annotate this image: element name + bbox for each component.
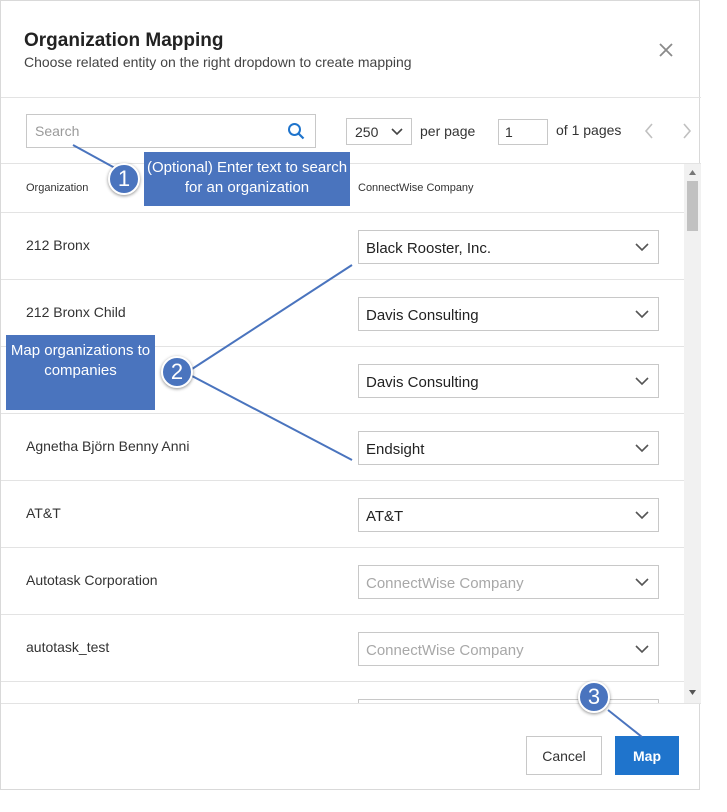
search-input[interactable] bbox=[27, 115, 282, 147]
dialog-subtitle: Choose related entity on the right dropd… bbox=[24, 54, 412, 70]
scrollbar-thumb[interactable] bbox=[687, 181, 698, 231]
scrollbar[interactable] bbox=[684, 164, 701, 703]
scroll-down-icon[interactable] bbox=[689, 690, 696, 695]
company-select[interactable]: Black Rooster, Inc. bbox=[358, 230, 659, 264]
close-button[interactable] bbox=[655, 39, 677, 61]
page-count-label: of 1 pages bbox=[556, 122, 622, 138]
organization-name: 212 Bronx Child bbox=[26, 304, 126, 320]
organization-name: 212 Bronx bbox=[26, 237, 90, 253]
chevron-down-icon bbox=[391, 128, 403, 136]
company-select-value: Davis Consulting bbox=[366, 307, 479, 324]
company-select[interactable]: Davis Consulting bbox=[358, 297, 659, 331]
table-row: Agnetha Björn Benny Anni Endsight bbox=[1, 414, 684, 481]
page-number-input[interactable] bbox=[498, 119, 548, 145]
dialog-title: Organization Mapping bbox=[24, 30, 224, 51]
toolbar: 250 per page of 1 pages bbox=[1, 98, 701, 164]
step-badge: 2 bbox=[161, 356, 193, 388]
chevron-down-icon bbox=[635, 377, 649, 386]
per-page-label: per page bbox=[420, 123, 476, 139]
organization-name: autotask_test bbox=[26, 639, 110, 655]
dialog-footer: Cancel Map bbox=[1, 703, 701, 791]
chevron-down-icon bbox=[635, 444, 649, 453]
company-select[interactable]: Endsight bbox=[358, 431, 659, 465]
chevron-down-icon bbox=[635, 243, 649, 252]
organization-name: AT&T bbox=[26, 505, 61, 521]
table-row: 212 Bronx Black Rooster, Inc. bbox=[1, 213, 684, 280]
company-select-value: Black Rooster, Inc. bbox=[366, 240, 492, 257]
column-header-organization: Organization bbox=[26, 182, 89, 194]
chevron-down-icon bbox=[635, 645, 649, 654]
table-row: autotask_test ConnectWise Company bbox=[1, 615, 684, 682]
company-select[interactable]: ConnectWise Company bbox=[358, 565, 659, 599]
search-box bbox=[26, 114, 316, 148]
chevron-right-icon[interactable] bbox=[682, 123, 692, 139]
chevron-left-icon[interactable] bbox=[644, 123, 654, 139]
company-select[interactable]: ConnectWise Company bbox=[358, 632, 659, 666]
scroll-up-icon[interactable] bbox=[689, 170, 696, 175]
cancel-button[interactable]: Cancel bbox=[526, 736, 602, 775]
dialog-header: Organization Mapping Choose related enti… bbox=[1, 1, 701, 98]
step-badge: 3 bbox=[578, 681, 610, 713]
chevron-down-icon bbox=[635, 310, 649, 319]
step-badge: 1 bbox=[108, 163, 140, 195]
table-row: Autotask Corporation ConnectWise Company bbox=[1, 548, 684, 615]
company-select-value: AT&T bbox=[366, 508, 404, 525]
chevron-down-icon bbox=[635, 511, 649, 520]
search-icon[interactable] bbox=[287, 122, 305, 140]
chevron-down-icon bbox=[635, 578, 649, 587]
table-body: 212 Bronx Black Rooster, Inc. 212 Bronx … bbox=[1, 213, 684, 703]
company-select-placeholder: ConnectWise Company bbox=[366, 575, 524, 592]
company-select[interactable]: Davis Consulting bbox=[358, 364, 659, 398]
column-header-connectwise-company: ConnectWise Company bbox=[358, 182, 474, 194]
map-button[interactable]: Map bbox=[615, 736, 679, 775]
organization-name: Autotask Corporation bbox=[26, 572, 158, 588]
table-row: AT&T AT&T bbox=[1, 481, 684, 548]
company-select-placeholder: ConnectWise Company bbox=[366, 642, 524, 659]
callout-mapping-tip: Map organizations to companies bbox=[6, 335, 155, 410]
callout-search-tip: (Optional) Enter text to search for an o… bbox=[144, 152, 350, 206]
close-icon bbox=[659, 43, 673, 57]
company-select-value: Endsight bbox=[366, 441, 425, 458]
per-page-select[interactable]: 250 bbox=[346, 118, 412, 145]
company-select-value: Davis Consulting bbox=[366, 374, 479, 391]
company-select[interactable]: AT&T bbox=[358, 498, 659, 532]
organization-name: Agnetha Björn Benny Anni bbox=[26, 438, 190, 454]
per-page-value: 250 bbox=[355, 124, 379, 140]
